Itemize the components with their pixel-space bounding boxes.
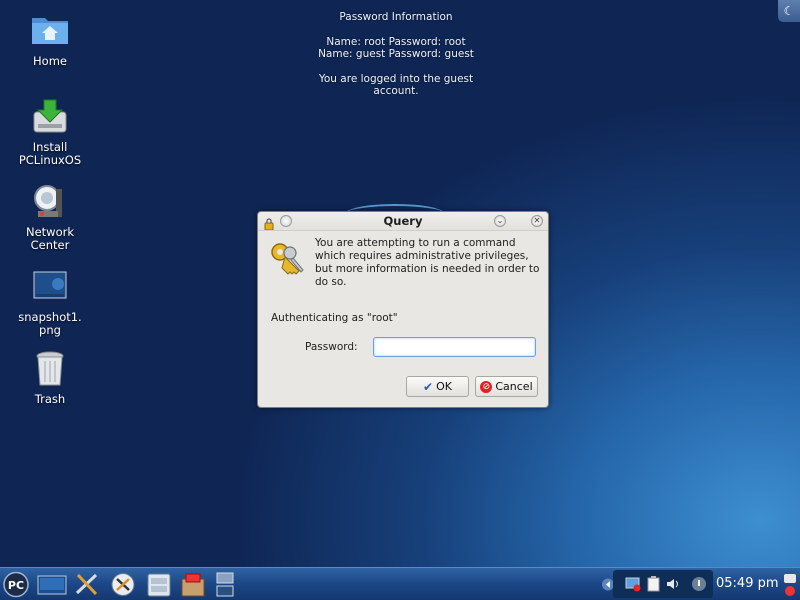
keys-icon [268, 241, 308, 281]
cancel-label: Cancel [495, 380, 533, 393]
network-status-icon[interactable] [625, 576, 641, 592]
info-title: Password Information [339, 11, 453, 23]
install-drive-icon [30, 98, 70, 138]
system-tray [613, 570, 713, 598]
control-center-icon[interactable] [108, 571, 138, 598]
auth-text: Authenticating as "root" [271, 312, 398, 324]
cancel-button[interactable]: ⊘ Cancel [475, 376, 538, 397]
info-line-root: Name: root Password: root [326, 35, 466, 48]
start-label: PC [8, 579, 24, 592]
desktop-icon-install[interactable]: Install PCLinuxOS [8, 98, 92, 167]
password-label: Password: [305, 341, 358, 353]
dialog-message: You are attempting to run a command whic… [315, 237, 540, 288]
ok-button[interactable]: ✔ OK [406, 376, 469, 397]
check-icon: ✔ [423, 379, 434, 394]
network-center-icon [30, 183, 70, 223]
taskbar: PC 05:49 pm [0, 567, 800, 600]
tools-icon[interactable] [72, 571, 102, 598]
show-desktop-icon[interactable] [36, 571, 67, 598]
info-line-logged: You are logged into the guest account. [318, 72, 474, 98]
clipboard-icon[interactable] [645, 576, 661, 592]
desktop-icon-network[interactable]: Network Center [8, 183, 92, 252]
ok-label: OK [436, 380, 452, 393]
notifications-icon[interactable] [691, 576, 707, 592]
clock[interactable]: 05:49 pm [716, 576, 779, 591]
trash-icon [30, 350, 70, 390]
pager-icon[interactable] [214, 571, 236, 598]
image-thumbnail-icon [30, 268, 70, 308]
minimize-button[interactable]: ⌄ [494, 215, 506, 227]
close-button[interactable]: ✕ [531, 215, 543, 227]
package-manager-icon[interactable] [178, 571, 208, 598]
folder-home-icon [30, 12, 70, 52]
power-icons[interactable] [782, 571, 798, 598]
password-input[interactable] [373, 337, 536, 357]
desktop-icon-home[interactable]: Home [8, 12, 92, 68]
desktop-icon-snapshot[interactable]: snapshot1. png [8, 268, 92, 337]
volume-icon[interactable] [665, 576, 681, 592]
start-menu-button[interactable]: PC [2, 571, 32, 598]
file-manager-icon[interactable] [144, 571, 174, 598]
password-info-text: Password Information Name: root Password… [296, 11, 496, 98]
desktop-corner-widget[interactable]: ☾ [778, 0, 800, 22]
dialog-titlebar[interactable]: Query ⌄ ✕ [258, 212, 548, 231]
cancel-icon: ⊘ [480, 380, 493, 393]
desktop-icon-trash[interactable]: Trash [8, 350, 92, 406]
query-dialog: Query ⌄ ✕ You are attempting to run a co… [257, 211, 549, 408]
info-line-guest: Name: guest Password: guest [318, 48, 474, 60]
